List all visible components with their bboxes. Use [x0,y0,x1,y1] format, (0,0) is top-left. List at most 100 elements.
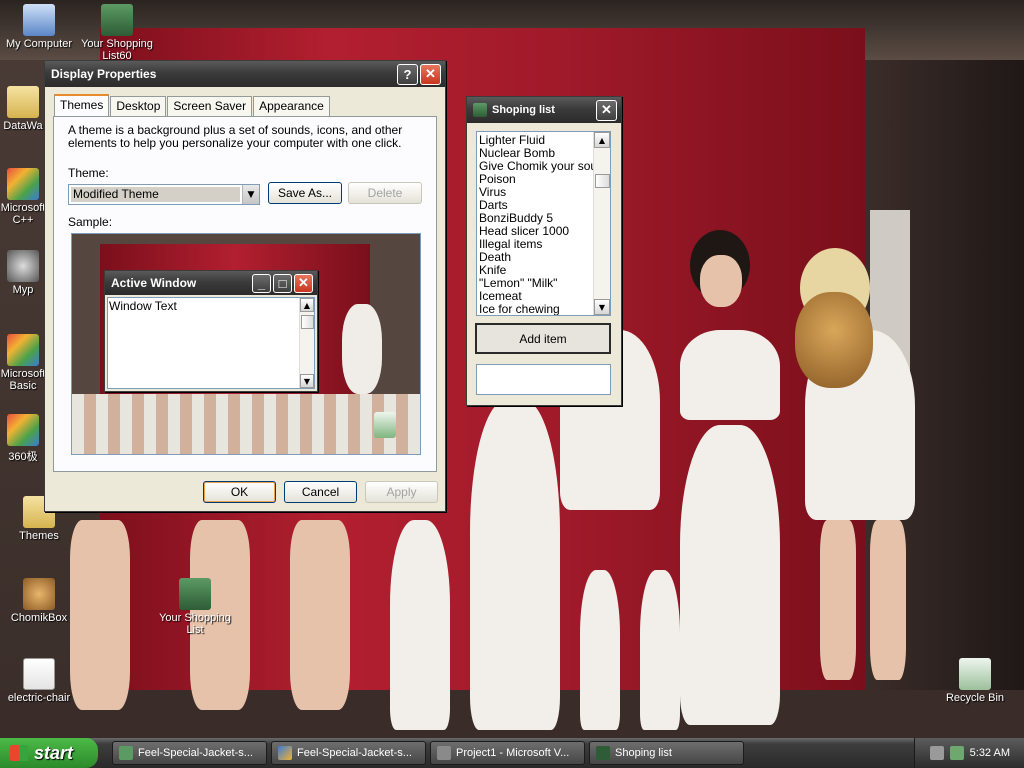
desktop-icon-label: ChomikBox [10,612,68,624]
cancel-button[interactable]: Cancel [284,481,357,503]
add-item-button[interactable]: Add item [475,323,611,354]
wallpaper-figure-leg [820,520,856,680]
desktop-icon-label: Microsoft C++ [0,202,46,226]
close-button[interactable]: ✕ [420,63,441,85]
apply-button[interactable]: Apply [365,481,438,503]
delete-button[interactable]: Delete [348,182,422,204]
wallpaper-figure-top [680,330,780,420]
sample-wallpaper-figure [342,304,382,394]
desktop-icon-microsoft-cpp[interactable]: Microsoft C++ [0,168,46,226]
image-viewer-icon [119,746,133,760]
scroll-thumb[interactable] [595,174,610,188]
new-item-input[interactable] [476,364,611,395]
house-icon [596,746,610,760]
scroll-down-icon: ▼ [300,374,314,388]
desktop-icon-recycle-bin[interactable]: Recycle Bin [936,658,1014,704]
recycle-bin-icon [959,658,991,690]
desktop-icon-my-computer[interactable]: My Computer [0,4,78,50]
desktop-icon-label: Your Shopping List60 [81,38,153,60]
windows-logo-icon [10,745,28,761]
desktop-icon-label: Microsoft Basic [0,368,46,392]
start-button[interactable]: start [0,738,98,768]
taskbar: start Feel-Special-Jacket-s... Feel-Spec… [0,738,1024,768]
taskbar-item-label: Project1 - Microsoft V... [456,747,570,759]
paint-icon [278,746,292,760]
wallpaper-figure-boot [390,520,450,730]
desktop-icon-label: Recycle Bin [945,692,1005,704]
theme-select-value: Modified Theme [71,187,240,202]
document-icon [23,658,55,690]
wallpaper-figure-leg [870,520,906,680]
scroll-up-icon: ▲ [300,298,314,312]
wallpaper-figure-pants [680,425,780,725]
app-icon [7,334,39,366]
app-icon [7,414,39,446]
desktop-icon-360[interactable]: 360极 [0,414,46,464]
visual-basic-icon [437,746,451,760]
clock[interactable]: 5:32 AM [970,747,1010,759]
scroll-thumb [301,315,314,329]
window-title: Display Properties [51,67,157,81]
close-button[interactable]: ✕ [596,99,617,121]
desktop-icon-datawa[interactable]: DataWa [0,86,46,132]
house-icon [179,578,211,610]
theme-select[interactable]: Modified Theme ▼ [68,184,260,205]
wallpaper-figure-leg [70,520,130,710]
desktop-icon-your-shopping-list60[interactable]: Your Shopping List60 [78,4,156,60]
themes-description: A theme is a background plus a set of so… [68,123,403,150]
desktop-icon-label: Myp [12,284,34,296]
sample-active-window: Active Window _ □ ✕ Window Text ▲ ▼ [104,270,318,392]
save-as-button[interactable]: Save As... [268,182,342,204]
raccoon-icon [7,250,39,282]
taskbar-item-visual-basic[interactable]: Project1 - Microsoft V... [430,741,585,765]
shopping-list-scrollbar[interactable]: ▲ ▼ [593,132,610,315]
dog-icon [23,578,55,610]
display-properties-titlebar[interactable]: Display Properties ? ✕ [45,61,445,87]
chevron-down-icon[interactable]: ▼ [242,185,259,204]
shopping-items-list[interactable]: Lighter Fluid Nuclear Bomb Give Chomik y… [476,131,611,316]
desktop-icon-electric-chair[interactable]: electric-chair [0,658,78,704]
recycle-tray-icon[interactable] [949,746,964,760]
tab-themes[interactable]: Themes [54,94,110,116]
minimize-icon: _ [252,273,271,293]
wallpaper-figure-pants [470,400,560,730]
list-item[interactable]: Ice for chewing [477,303,610,316]
computer-icon [23,4,55,36]
doge-sticker [795,292,873,388]
close-icon: ✕ [294,273,313,293]
help-button[interactable]: ? [397,63,418,85]
sample-window-text: Window Text [109,299,177,313]
shopping-list-titlebar[interactable]: Shoping list ✕ [467,97,621,123]
wallpaper-figure-boot [580,570,620,730]
desktop-icon-your-shopping-list[interactable]: Your Shopping List [156,578,234,636]
app-icon [7,168,39,200]
wallpaper-figure-leg [290,520,350,710]
start-label: start [34,742,74,763]
sample-scrollbar: ▲ ▼ [299,298,314,388]
tab-desktop[interactable]: Desktop [110,96,167,116]
scroll-up-icon[interactable]: ▲ [594,132,610,148]
tab-appearance[interactable]: Appearance [253,96,330,116]
theme-label: Theme: [68,166,109,180]
desktop-icon-microsoft-basic[interactable]: Microsoft Basic [0,334,46,392]
taskbar-item-shopping-list[interactable]: Shoping list [589,741,744,765]
taskbar-item-image-viewer[interactable]: Feel-Special-Jacket-s... [112,741,267,765]
taskbar-item-paint[interactable]: Feel-Special-Jacket-s... [271,741,426,765]
desktop-icon-myp[interactable]: Myp [0,250,46,296]
sample-window-body: Window Text ▲ ▼ [107,297,315,389]
desktop-icon-label: DataWa [3,120,43,132]
network-icon[interactable] [929,746,944,760]
desktop-icon-label: Themes [19,530,59,542]
sample-wallpaper-legs [72,394,420,454]
taskbar-item-label: Feel-Special-Jacket-s... [297,747,412,759]
scroll-down-icon[interactable]: ▼ [594,299,610,315]
shopping-list-title: Shoping list [492,104,555,116]
wallpaper-figure-face [700,255,742,307]
ok-button[interactable]: OK [203,481,276,503]
house-icon [473,103,487,117]
desktop-icon-chomikbox[interactable]: ChomikBox [0,578,78,624]
sample-window-title: Active Window [111,276,197,290]
tab-screen-saver[interactable]: Screen Saver [167,96,253,116]
desktop-icon-label: My Computer [5,38,73,50]
desktop-icon-label: electric-chair [7,692,71,704]
